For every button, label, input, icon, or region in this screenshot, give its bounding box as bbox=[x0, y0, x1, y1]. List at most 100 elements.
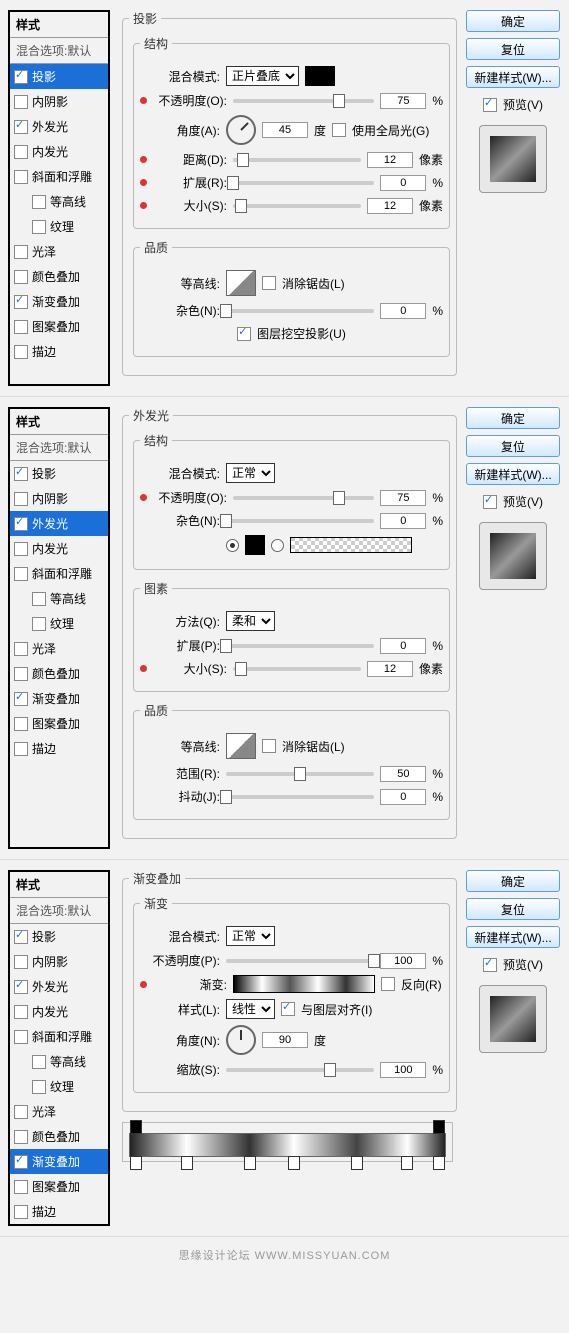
style-item-contour[interactable]: 等高线 bbox=[10, 189, 108, 214]
color-swatch[interactable] bbox=[305, 66, 335, 86]
angle-dial[interactable] bbox=[226, 115, 256, 145]
checkbox-icon[interactable] bbox=[14, 1180, 28, 1194]
style-item-drop-shadow[interactable]: 投影 bbox=[10, 924, 108, 949]
style-item-inner-shadow[interactable]: 内阴影 bbox=[10, 89, 108, 114]
range-input[interactable] bbox=[380, 766, 426, 782]
gradient-radio[interactable] bbox=[271, 539, 284, 552]
style-item-gradient-overlay[interactable]: 渐变叠加 bbox=[10, 289, 108, 314]
style-item-outer-glow[interactable]: 外发光 bbox=[10, 511, 108, 536]
checkbox-icon[interactable] bbox=[14, 270, 28, 284]
style-item-texture[interactable]: 纹理 bbox=[10, 1074, 108, 1099]
style-list-subheader[interactable]: 混合选项:默认 bbox=[10, 38, 108, 64]
style-item-stroke[interactable]: 描边 bbox=[10, 339, 108, 364]
style-item-drop-shadow[interactable]: 投影 bbox=[10, 64, 108, 89]
style-item-inner-glow[interactable]: 内发光 bbox=[10, 999, 108, 1024]
style-item-stroke[interactable]: 描边 bbox=[10, 736, 108, 761]
checkbox-icon[interactable] bbox=[14, 170, 28, 184]
reverse-checkbox[interactable] bbox=[381, 977, 395, 991]
style-item-inner-shadow[interactable]: 内阴影 bbox=[10, 949, 108, 974]
opacity-slider[interactable] bbox=[233, 99, 374, 103]
scale-input[interactable] bbox=[380, 1062, 426, 1078]
checkbox-icon[interactable] bbox=[14, 145, 28, 159]
style-item-color-overlay[interactable]: 颜色叠加 bbox=[10, 264, 108, 289]
range-slider[interactable] bbox=[226, 772, 374, 776]
contour-picker[interactable] bbox=[226, 733, 256, 759]
checkbox-icon[interactable] bbox=[32, 617, 46, 631]
checkbox-icon[interactable] bbox=[32, 1080, 46, 1094]
gradient-editor[interactable] bbox=[122, 1122, 453, 1162]
opacity-slider[interactable] bbox=[233, 496, 374, 500]
gradient-picker[interactable] bbox=[233, 975, 375, 993]
preview-checkbox[interactable] bbox=[483, 495, 497, 509]
checkbox-icon[interactable] bbox=[14, 467, 28, 481]
checkbox-icon[interactable] bbox=[14, 95, 28, 109]
style-item-color-overlay[interactable]: 颜色叠加 bbox=[10, 661, 108, 686]
style-item-outer-glow[interactable]: 外发光 bbox=[10, 974, 108, 999]
distance-input[interactable] bbox=[367, 152, 413, 168]
checkbox-icon[interactable] bbox=[14, 492, 28, 506]
color-stop[interactable] bbox=[130, 1156, 142, 1170]
color-stop[interactable] bbox=[288, 1156, 300, 1170]
checkbox-icon[interactable] bbox=[14, 930, 28, 944]
checkbox-icon[interactable] bbox=[14, 70, 28, 84]
style-item-satin[interactable]: 光泽 bbox=[10, 636, 108, 661]
checkbox-icon[interactable] bbox=[14, 955, 28, 969]
ok-button[interactable]: 确定 bbox=[466, 407, 560, 429]
color-radio[interactable] bbox=[226, 539, 239, 552]
opacity-slider[interactable] bbox=[226, 959, 374, 963]
checkbox-icon[interactable] bbox=[14, 245, 28, 259]
size-input[interactable] bbox=[367, 198, 413, 214]
reset-button[interactable]: 复位 bbox=[466, 38, 560, 60]
knockout-checkbox[interactable] bbox=[237, 327, 251, 341]
style-item-texture[interactable]: 纹理 bbox=[10, 611, 108, 636]
checkbox-icon[interactable] bbox=[14, 1005, 28, 1019]
style-item-outer-glow[interactable]: 外发光 bbox=[10, 114, 108, 139]
opacity-input[interactable] bbox=[380, 953, 426, 969]
style-item-bevel[interactable]: 斜面和浮雕 bbox=[10, 561, 108, 586]
gradient-bar[interactable] bbox=[129, 1133, 446, 1157]
checkbox-icon[interactable] bbox=[14, 742, 28, 756]
reset-button[interactable]: 复位 bbox=[466, 898, 560, 920]
style-item-pattern-overlay[interactable]: 图案叠加 bbox=[10, 711, 108, 736]
size-input[interactable] bbox=[367, 661, 413, 677]
style-item-inner-glow[interactable]: 内发光 bbox=[10, 536, 108, 561]
checkbox-icon[interactable] bbox=[14, 120, 28, 134]
color-stop[interactable] bbox=[181, 1156, 193, 1170]
color-stop[interactable] bbox=[433, 1156, 445, 1170]
noise-input[interactable] bbox=[380, 513, 426, 529]
style-item-satin[interactable]: 光泽 bbox=[10, 1099, 108, 1124]
opacity-stop[interactable] bbox=[130, 1120, 142, 1134]
gradient-swatch[interactable] bbox=[290, 537, 412, 553]
style-item-texture[interactable]: 纹理 bbox=[10, 214, 108, 239]
style-item-satin[interactable]: 光泽 bbox=[10, 239, 108, 264]
checkbox-icon[interactable] bbox=[14, 717, 28, 731]
checkbox-icon[interactable] bbox=[14, 1155, 28, 1169]
new-style-button[interactable]: 新建样式(W)... bbox=[466, 926, 560, 948]
checkbox-icon[interactable] bbox=[14, 1105, 28, 1119]
spread-slider[interactable] bbox=[233, 181, 374, 185]
checkbox-icon[interactable] bbox=[14, 320, 28, 334]
jitter-input[interactable] bbox=[380, 789, 426, 805]
checkbox-icon[interactable] bbox=[14, 1030, 28, 1044]
color-stop[interactable] bbox=[351, 1156, 363, 1170]
spread-input[interactable] bbox=[380, 175, 426, 191]
style-item-pattern-overlay[interactable]: 图案叠加 bbox=[10, 314, 108, 339]
checkbox-icon[interactable] bbox=[14, 1130, 28, 1144]
antialias-checkbox[interactable] bbox=[262, 739, 276, 753]
checkbox-icon[interactable] bbox=[14, 980, 28, 994]
checkbox-icon[interactable] bbox=[14, 542, 28, 556]
angle-input[interactable] bbox=[262, 1032, 308, 1048]
new-style-button[interactable]: 新建样式(W)... bbox=[466, 463, 560, 485]
checkbox-icon[interactable] bbox=[14, 345, 28, 359]
opacity-input[interactable] bbox=[380, 490, 426, 506]
noise-slider[interactable] bbox=[226, 309, 374, 313]
distance-slider[interactable] bbox=[233, 158, 361, 162]
preview-checkbox[interactable] bbox=[483, 98, 497, 112]
checkbox-icon[interactable] bbox=[14, 667, 28, 681]
checkbox-icon[interactable] bbox=[32, 195, 46, 209]
checkbox-icon[interactable] bbox=[32, 592, 46, 606]
angle-input[interactable] bbox=[262, 122, 308, 138]
align-checkbox[interactable] bbox=[281, 1002, 295, 1016]
reset-button[interactable]: 复位 bbox=[466, 435, 560, 457]
style-item-color-overlay[interactable]: 颜色叠加 bbox=[10, 1124, 108, 1149]
